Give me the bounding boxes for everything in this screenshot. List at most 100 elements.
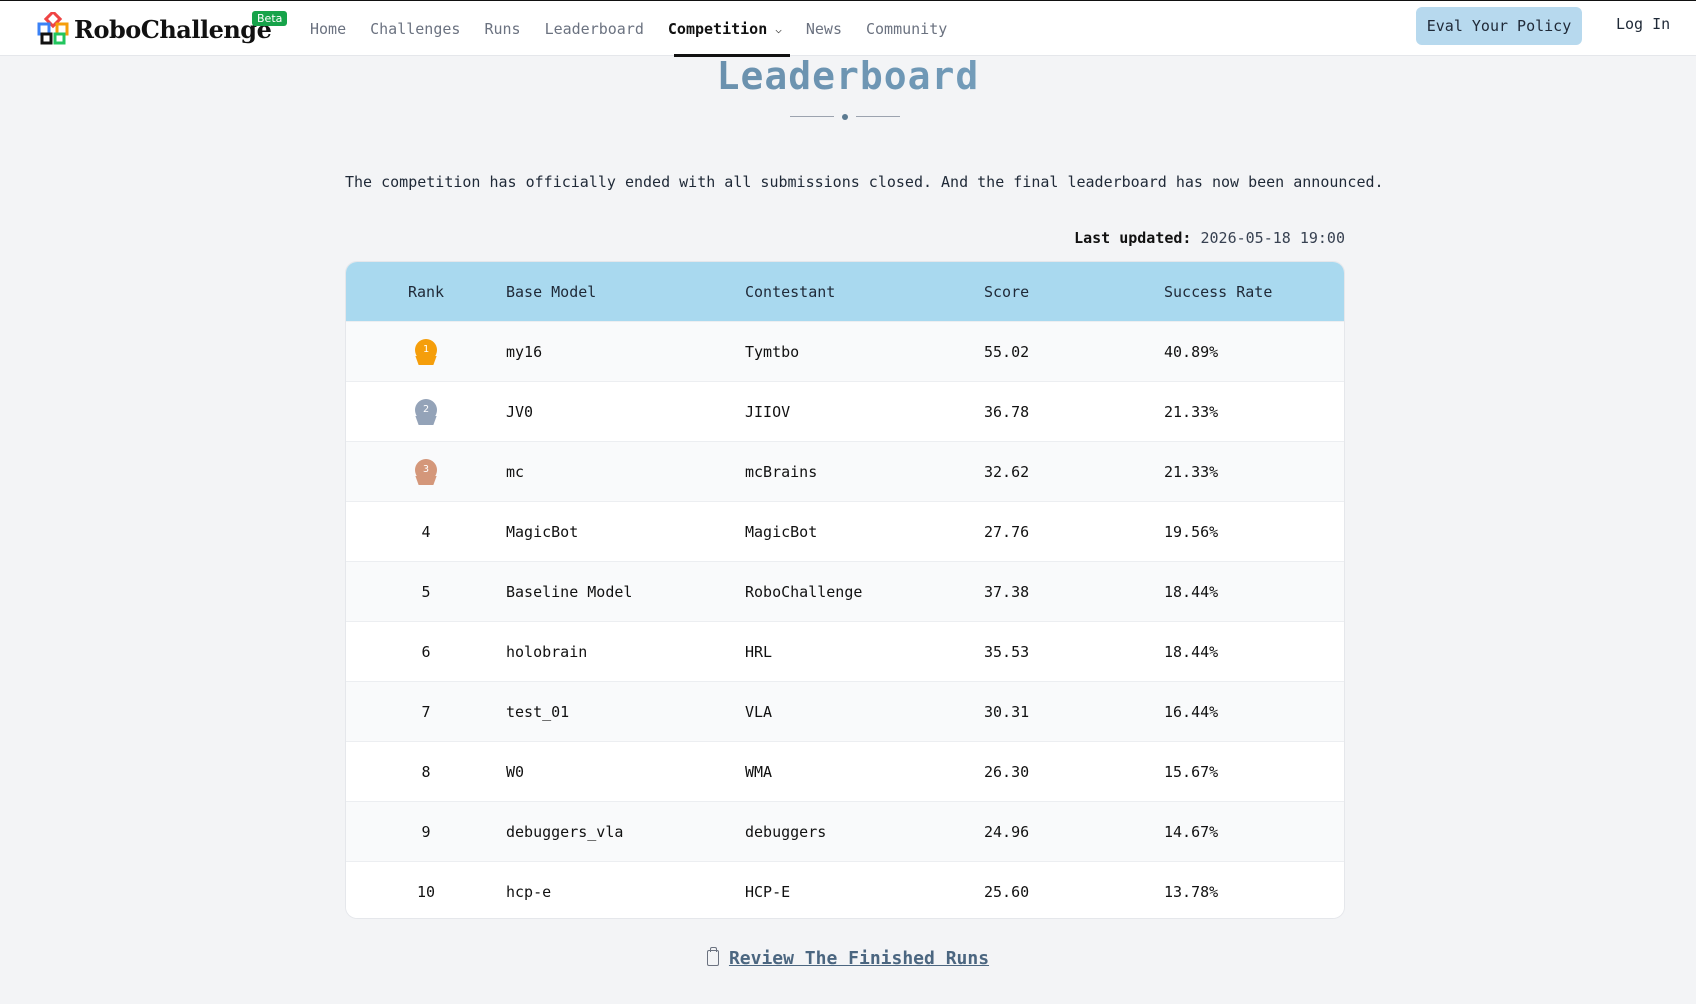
review-runs: Review The Finished Runs — [0, 947, 1696, 969]
table-body: 1 my16 Tymtbo 55.02 40.89% 2 JV0 JIIOV 36.78 21.3… — [346, 321, 1344, 918]
table-row: 10 hcp-e HCP-E 25.60 13.78% — [346, 861, 1344, 918]
eval-policy-button[interactable]: Eval Your Policy — [1416, 7, 1582, 45]
base-model-cell: JV0 — [506, 402, 534, 421]
header-rank: Rank — [407, 282, 445, 301]
nav-leaderboard[interactable]: Leaderboard — [545, 1, 644, 57]
header-base-model: Base Model — [506, 282, 597, 301]
score-cell: 24.96 — [984, 822, 1030, 841]
nav-news[interactable]: News — [806, 1, 842, 57]
brand-logo[interactable]: RoboChallenge — [36, 9, 272, 49]
score-cell: 32.62 — [984, 462, 1030, 481]
rank-cell: 1 — [346, 338, 506, 365]
table-row: 9 debuggers_vla debuggers 24.96 14.67% — [346, 801, 1344, 861]
base-model-cell: holobrain — [506, 642, 588, 661]
nav-competition-label: Competition — [667, 20, 768, 38]
competition-notice: The competition has officially ended wit… — [345, 173, 1384, 191]
medal-rank-number: 3 — [415, 458, 437, 481]
success-rate-cell: 13.78% — [1164, 882, 1219, 901]
silver-medal-icon: 2 — [415, 398, 437, 425]
contestant-cell: MagicBot — [745, 522, 818, 541]
base-model-cell: debuggers_vla — [506, 822, 624, 841]
nav-runs-label: Runs — [484, 20, 521, 38]
table-row: 7 test_01 VLA 30.31 16.44% — [346, 681, 1344, 741]
contestant-cell: debuggers — [745, 822, 827, 841]
nav-runs[interactable]: Runs — [484, 1, 520, 57]
review-runs-link[interactable]: Review The Finished Runs — [729, 948, 989, 969]
nav-competition[interactable]: Competition ⌵ — [667, 1, 790, 57]
title-divider — [790, 112, 904, 122]
table-row: 4 MagicBot MagicBot 27.76 19.56% — [346, 501, 1344, 561]
nav-community-label: Community — [866, 20, 948, 38]
nav-news-label: News — [805, 20, 842, 38]
nav-home-label: Home — [310, 20, 347, 38]
score-cell: 25.60 — [984, 882, 1030, 901]
rank-cell: 8 — [421, 762, 431, 781]
nav-leaderboard-label: Leaderboard — [544, 20, 644, 38]
success-rate-cell: 18.44% — [1164, 582, 1219, 601]
header-score: Score — [984, 282, 1030, 301]
page-title: Leaderboard — [0, 54, 1696, 98]
base-model-cell: mc — [506, 462, 525, 481]
base-model-cell: Baseline Model — [506, 582, 633, 601]
gold-medal-icon: 1 — [415, 338, 437, 365]
clipboard-icon — [706, 947, 719, 966]
medal-rank-number: 1 — [415, 338, 437, 361]
contestant-cell: mcBrains — [745, 462, 818, 481]
success-rate-cell: 19.56% — [1164, 522, 1219, 541]
table-header: Rank Base Model Contestant Score Success… — [346, 262, 1344, 321]
bronze-medal-icon: 3 — [415, 458, 437, 485]
contestant-cell: HRL — [745, 642, 773, 661]
table-row: 1 my16 Tymtbo 55.02 40.89% — [346, 321, 1344, 381]
score-cell: 37.38 — [984, 582, 1030, 601]
contestant-cell: RoboChallenge — [745, 582, 863, 601]
header-success-rate: Success Rate — [1164, 282, 1273, 301]
login-link[interactable]: Log In — [1616, 15, 1670, 33]
success-rate-cell: 15.67% — [1164, 762, 1219, 781]
score-cell: 30.31 — [984, 702, 1030, 721]
table-row: 3 mc mcBrains 32.62 21.33% — [346, 441, 1344, 501]
success-rate-cell: 40.89% — [1164, 342, 1219, 361]
last-updated: Last updated: 2026-05-18 19:00 — [1074, 229, 1345, 247]
success-rate-cell: 16.44% — [1164, 702, 1219, 721]
table-row: 8 W0 WMA 26.30 15.67% — [346, 741, 1344, 801]
contestant-cell: HCP-E — [745, 882, 791, 901]
last-updated-value: 2026-05-18 19:00 — [1200, 229, 1346, 247]
success-rate-cell: 14.67% — [1164, 822, 1219, 841]
success-rate-cell: 18.44% — [1164, 642, 1219, 661]
table-row: 6 holobrain HRL 35.53 18.44% — [346, 621, 1344, 681]
rank-cell: 3 — [346, 458, 506, 485]
chevron-down-icon: ⌵ — [775, 22, 782, 36]
logo-icon — [37, 12, 69, 45]
score-cell: 35.53 — [984, 642, 1030, 661]
score-cell: 36.78 — [984, 402, 1030, 421]
base-model-cell: test_01 — [506, 702, 570, 721]
base-model-cell: my16 — [506, 342, 543, 361]
nav-challenges-label: Challenges — [370, 20, 461, 38]
base-model-cell: hcp-e — [506, 882, 552, 901]
rank-cell: 5 — [421, 582, 431, 601]
brand-name: RoboChallenge — [74, 14, 272, 44]
nav-community[interactable]: Community — [866, 1, 947, 57]
last-updated-label: Last updated: — [1074, 229, 1192, 247]
score-cell: 27.76 — [984, 522, 1030, 541]
medal-rank-number: 2 — [415, 398, 437, 421]
contestant-cell: WMA — [745, 762, 773, 781]
rank-cell: 7 — [421, 702, 431, 721]
nav-home[interactable]: Home — [310, 1, 346, 57]
rank-cell: 6 — [421, 642, 431, 661]
score-cell: 55.02 — [984, 342, 1030, 361]
beta-badge: Beta — [252, 11, 288, 26]
base-model-cell: W0 — [506, 762, 525, 781]
nav-challenges[interactable]: Challenges — [370, 1, 460, 57]
table-row: 5 Baseline Model RoboChallenge 37.38 18.44% — [346, 561, 1344, 621]
rank-cell: 9 — [421, 822, 431, 841]
top-navbar: RoboChallenge Beta Home Challenges Runs … — [0, 0, 1696, 57]
score-cell: 26.30 — [984, 762, 1030, 781]
success-rate-cell: 21.33% — [1164, 402, 1219, 421]
contestant-cell: VLA — [745, 702, 773, 721]
contestant-cell: JIIOV — [745, 402, 791, 421]
header-contestant: Contestant — [745, 282, 836, 301]
main-nav: Home Challenges Runs Leaderboard Competi… — [310, 1, 971, 57]
contestant-cell: Tymtbo — [745, 342, 800, 361]
rank-cell: 4 — [421, 522, 431, 541]
